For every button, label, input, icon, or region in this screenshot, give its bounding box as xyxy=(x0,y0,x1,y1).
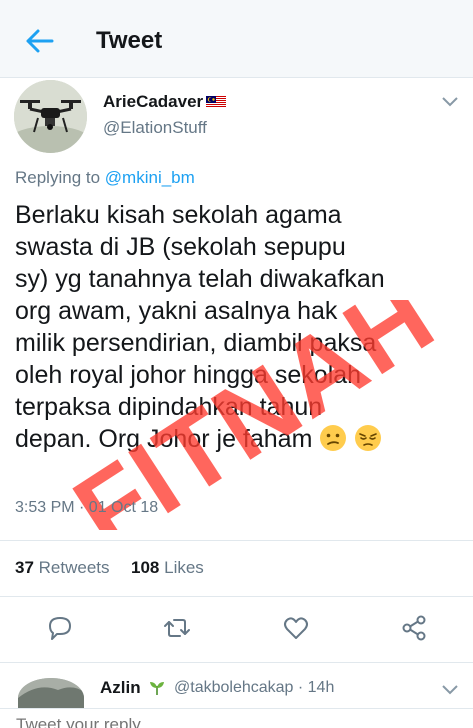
tweet-line: swasta di JB (sekolah sepupu xyxy=(15,233,346,261)
reply-icon[interactable] xyxy=(46,614,74,642)
tweet-line: depan. Org Johor je faham xyxy=(15,425,313,453)
confused-face-icon xyxy=(320,425,347,451)
chevron-down-icon[interactable] xyxy=(441,684,459,696)
relieved-face-icon xyxy=(355,425,382,451)
tweet-line: oleh royal johor hingga sekolah xyxy=(15,361,362,389)
author-handle[interactable]: @ElationStuff xyxy=(103,118,207,138)
divider xyxy=(0,540,473,541)
mention-link[interactable]: @mkini_bm xyxy=(105,168,195,187)
reply-composer xyxy=(0,708,473,728)
malaysia-flag-icon xyxy=(206,96,227,108)
likes-label[interactable]: Likes xyxy=(164,558,204,577)
reply-handle-time: @takbolehcakap · 14h xyxy=(174,679,335,696)
tweet-timestamp: 3:53 PM · 01 Oct 18 xyxy=(15,499,159,516)
drone-icon xyxy=(14,80,87,153)
author-avatar[interactable] xyxy=(14,80,87,153)
replying-to-label: Replying to xyxy=(15,168,101,187)
tweet-line: sy) yg tanahnya telah diwakafkan xyxy=(15,265,385,293)
retweet-icon[interactable] xyxy=(163,614,191,642)
top-bar: Tweet xyxy=(0,0,473,78)
tweet-text: Berlaku kisah sekolah agama swasta di JB… xyxy=(15,199,460,455)
author-name[interactable]: ArieCadaver xyxy=(103,92,203,112)
arrow-left-icon[interactable] xyxy=(22,26,56,56)
like-icon[interactable] xyxy=(282,614,310,642)
tweet-line: Berlaku kisah sekolah agama xyxy=(15,201,342,229)
reply-input[interactable] xyxy=(16,713,316,728)
divider xyxy=(0,596,473,597)
replying-to: Replying to @mkini_bm xyxy=(15,168,195,188)
page-title: Tweet xyxy=(96,27,163,54)
divider xyxy=(0,662,473,663)
plant-emoji-icon xyxy=(150,682,164,695)
reply-item[interactable]: Azlin @takbolehcakap · 14h xyxy=(0,676,473,718)
chevron-down-icon[interactable] xyxy=(441,96,459,108)
retweets-label[interactable]: Retweets xyxy=(39,558,110,577)
tweet-line: terpaksa dipindahkan tahun xyxy=(15,393,323,421)
retweets-count[interactable]: 37 xyxy=(15,558,34,577)
author-name-row[interactable]: ArieCadaver xyxy=(103,92,227,112)
share-icon[interactable] xyxy=(400,614,428,642)
tweet-line: org awam, yakni asalnya hak xyxy=(15,297,338,325)
likes-count[interactable]: 108 xyxy=(131,558,159,577)
tweet-line-last: depan. Org Johor je faham xyxy=(15,423,460,455)
tweet-line: milik persendirian, diambil paksa xyxy=(15,329,377,357)
tweet-stats: 37 Retweets 108 Likes xyxy=(15,558,204,578)
tweet-actions xyxy=(0,610,473,646)
reply-author-name[interactable]: Azlin xyxy=(100,678,141,698)
